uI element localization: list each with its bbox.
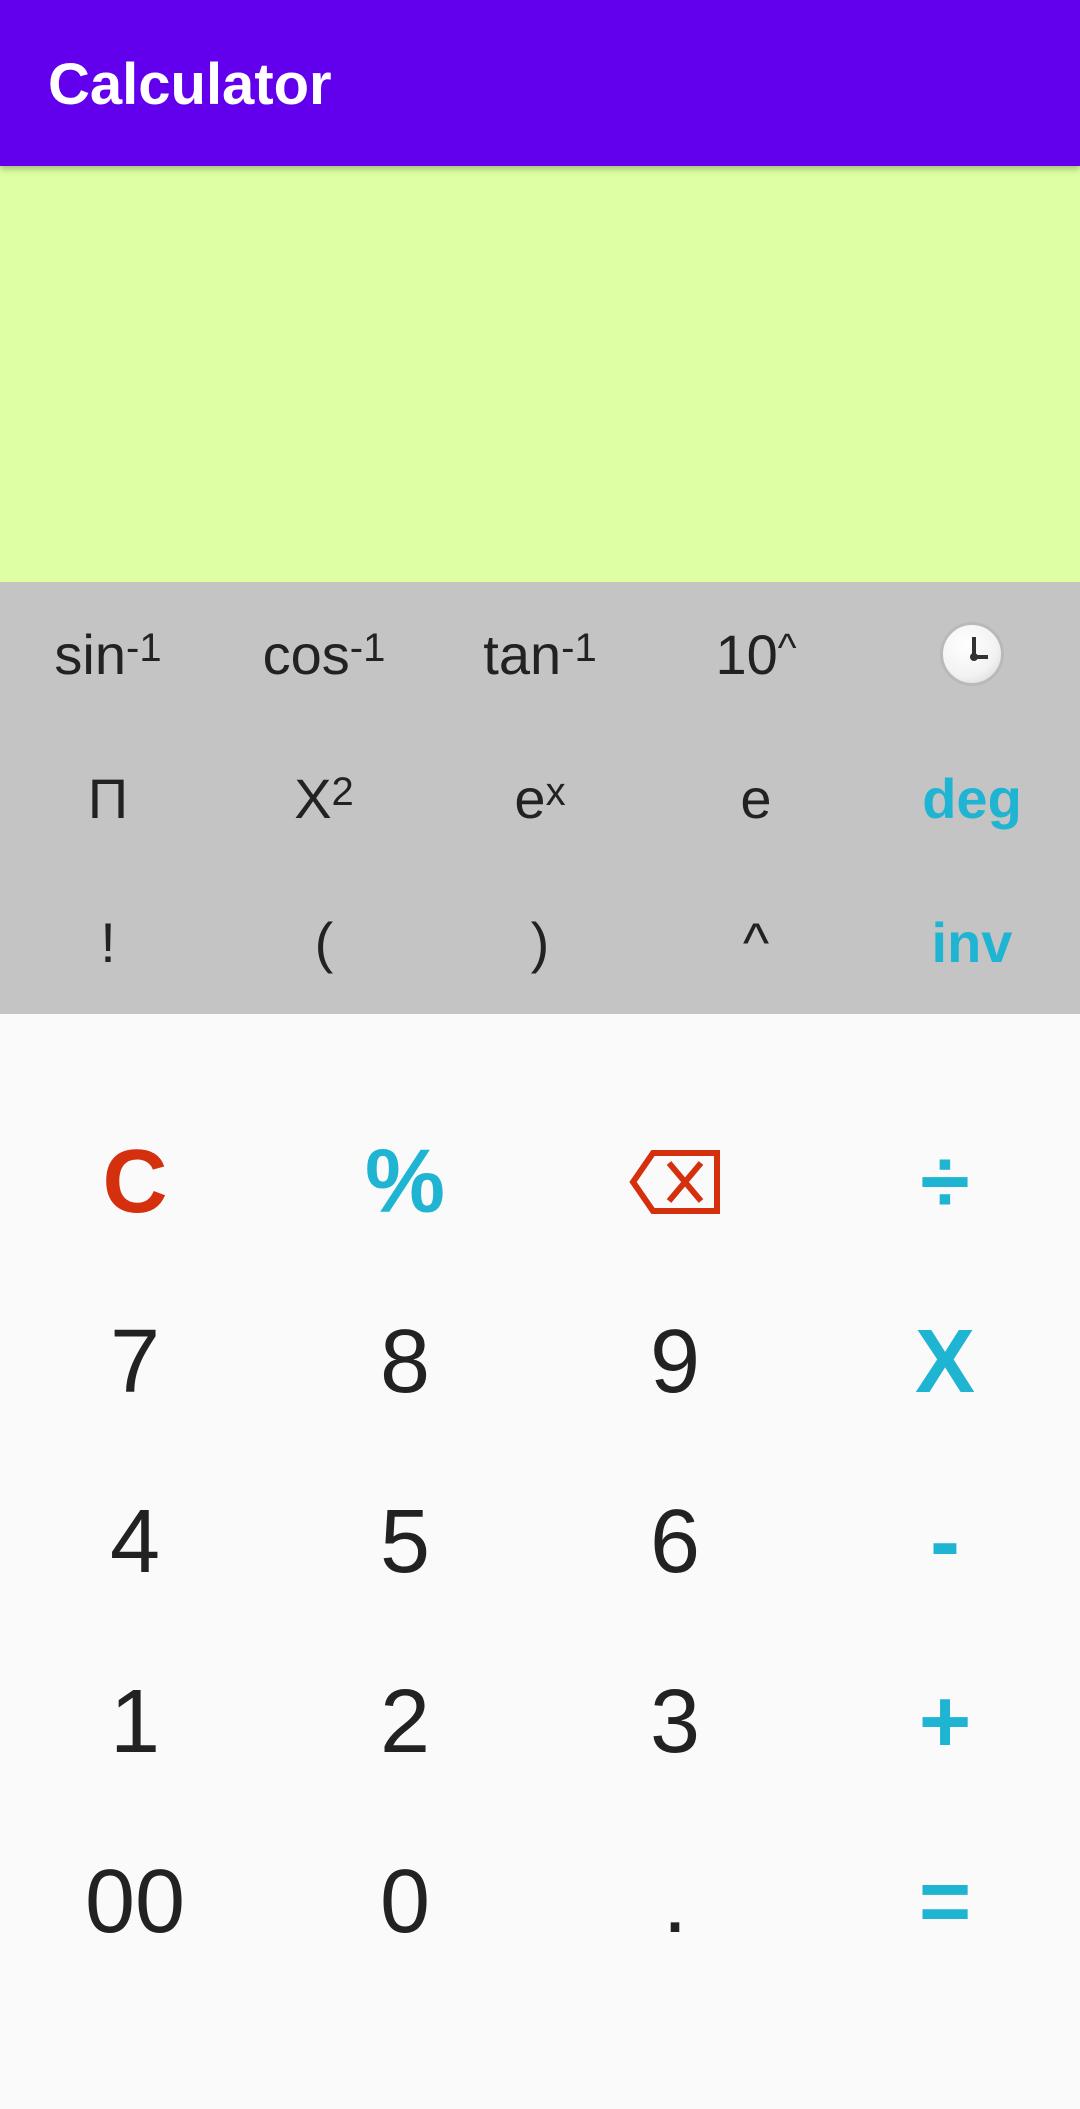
multiply-button[interactable]: X <box>810 1272 1080 1452</box>
open-paren-button[interactable]: ( <box>216 870 432 1014</box>
add-button[interactable]: + <box>810 1632 1080 1812</box>
acos-button[interactable]: cos -1 <box>216 582 432 726</box>
asin-label: sin <box>54 622 126 686</box>
square-button[interactable]: X2 <box>216 726 432 870</box>
keypad-row-3: 4 5 6 - <box>0 1452 1080 1632</box>
double-zero-button[interactable]: 00 <box>0 1812 270 1992</box>
deg-toggle-button[interactable]: deg <box>864 726 1080 870</box>
ten-power-superscript: ^ <box>777 625 797 670</box>
digit-9-button[interactable]: 9 <box>540 1272 810 1452</box>
digit-5-button[interactable]: 5 <box>270 1452 540 1632</box>
asin-button[interactable]: sin -1 <box>0 582 216 726</box>
euler-label: e <box>740 766 772 830</box>
digit-2-button[interactable]: 2 <box>270 1632 540 1812</box>
clear-button[interactable]: C <box>0 1092 270 1272</box>
digit-1-button[interactable]: 1 <box>0 1632 270 1812</box>
percent-button[interactable]: % <box>270 1092 540 1272</box>
acos-superscript: -1 <box>349 625 386 670</box>
calculator-display <box>0 166 1080 582</box>
decimal-button[interactable]: . <box>540 1812 810 1992</box>
exp-button[interactable]: ex <box>432 726 648 870</box>
atan-button[interactable]: tan -1 <box>432 582 648 726</box>
subtract-button[interactable]: - <box>810 1452 1080 1632</box>
backspace-icon <box>629 1150 720 1214</box>
asin-superscript: -1 <box>126 625 162 670</box>
inv-label: inv <box>931 910 1013 974</box>
factorial-label: ! <box>100 910 116 974</box>
deg-label: deg <box>922 766 1022 830</box>
open-paren-label: ( <box>314 910 334 974</box>
inv-toggle-button[interactable]: inv <box>864 870 1080 1014</box>
scientific-row-1: sin -1 cos -1 tan -1 10 ^ <box>0 582 1080 726</box>
power-button[interactable]: ^ <box>648 870 864 1014</box>
close-paren-button[interactable]: ) <box>432 870 648 1014</box>
atan-superscript: -1 <box>561 625 597 670</box>
pi-label: Π <box>87 766 129 830</box>
acos-label: cos <box>262 622 350 686</box>
keypad-row-1: C % ÷ <box>0 1092 1080 1272</box>
keypad-row-4: 1 2 3 + <box>0 1632 1080 1812</box>
equals-button[interactable]: = <box>810 1812 1080 1992</box>
app-title: Calculator <box>48 52 332 117</box>
digit-6-button[interactable]: 6 <box>540 1452 810 1632</box>
digit-8-button[interactable]: 8 <box>270 1272 540 1452</box>
history-clock-icon <box>940 622 1004 686</box>
keypad-row-5: 00 0 . = <box>0 1812 1080 1992</box>
scientific-panel: sin -1 cos -1 tan -1 10 ^ Π X2 ex e deg … <box>0 582 1080 1014</box>
ten-power-label: 10 <box>715 622 778 686</box>
app-bar: Calculator <box>0 0 1080 166</box>
square-superscript: 2 <box>331 769 354 814</box>
power-label: ^ <box>742 910 770 974</box>
history-button[interactable] <box>864 582 1080 726</box>
digit-3-button[interactable]: 3 <box>540 1632 810 1812</box>
euler-button[interactable]: e <box>648 726 864 870</box>
exp-superscript: x <box>545 769 566 814</box>
scientific-row-2: Π X2 ex e deg <box>0 726 1080 870</box>
digit-0-button[interactable]: 0 <box>270 1812 540 1992</box>
ten-power-button[interactable]: 10 ^ <box>648 582 864 726</box>
atan-label: tan <box>483 622 562 686</box>
exp-label: e <box>514 766 546 830</box>
divide-button[interactable]: ÷ <box>810 1092 1080 1272</box>
keypad-row-2: 7 8 9 X <box>0 1272 1080 1452</box>
backspace-button[interactable] <box>540 1092 810 1272</box>
digit-4-button[interactable]: 4 <box>0 1452 270 1632</box>
keypad: C % ÷ 7 8 9 X 4 5 6 - 1 2 3 + 00 0 . = <box>0 1014 1080 2109</box>
digit-7-button[interactable]: 7 <box>0 1272 270 1452</box>
factorial-button[interactable]: ! <box>0 870 216 1014</box>
close-paren-label: ) <box>530 910 550 974</box>
pi-button[interactable]: Π <box>0 726 216 870</box>
scientific-row-3: ! ( ) ^ inv <box>0 870 1080 1014</box>
square-label: X <box>294 766 332 830</box>
